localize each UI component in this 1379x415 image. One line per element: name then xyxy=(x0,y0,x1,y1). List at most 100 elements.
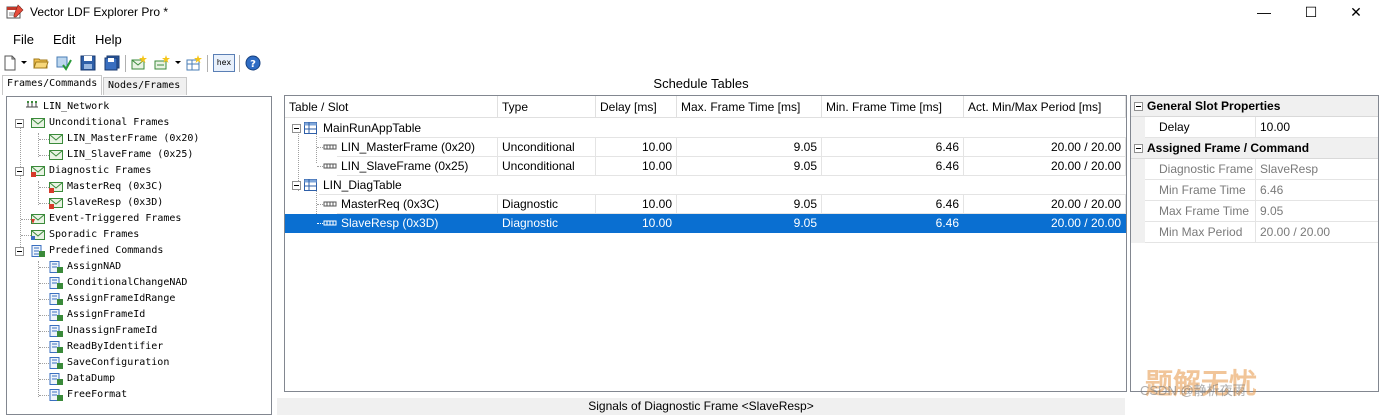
tab-frames-commands[interactable]: Frames/Commands xyxy=(2,75,102,95)
close-button[interactable]: ✕ xyxy=(1333,0,1379,26)
slot-delay: 10.00 xyxy=(596,214,677,233)
signals-header: Signals of Diagnostic Frame <SlaveResp> xyxy=(277,398,1125,415)
tree-label: LIN_MasterFrame (0x20) xyxy=(67,133,200,144)
schedule-slot-row[interactable]: LIN_MasterFrame (0x20) Unconditional 10.… xyxy=(285,138,1126,157)
new-dropdown-icon[interactable] xyxy=(21,61,27,64)
menu-file[interactable]: File xyxy=(13,32,34,47)
schedule-slot-row[interactable]: MasterReq (0x3C) Diagnostic 10.00 9.05 6… xyxy=(285,195,1126,214)
diagnostic-frame-icon xyxy=(31,166,45,177)
collapse-toggle[interactable] xyxy=(1134,144,1143,153)
toolbar-separator xyxy=(207,55,208,72)
tree-guide-line xyxy=(39,395,49,396)
property-group-title: Assigned Frame / Command xyxy=(1147,141,1310,155)
collapse-toggle[interactable] xyxy=(15,119,24,128)
property-row-delay[interactable]: Delay 10.00 xyxy=(1131,117,1378,138)
collapse-toggle[interactable] xyxy=(292,124,301,133)
new-file-icon[interactable] xyxy=(2,55,18,71)
new-frame-icon[interactable] xyxy=(131,55,147,71)
property-key: Delay xyxy=(1145,117,1256,138)
property-key: Min Frame Time xyxy=(1145,180,1256,201)
tree-guide-line xyxy=(39,315,49,316)
sporadic-frame-icon xyxy=(31,230,45,240)
command-icon xyxy=(49,277,63,289)
property-row-diagnostic-frame[interactable]: Diagnostic Frame SlaveResp xyxy=(1131,159,1378,180)
save-all-icon[interactable] xyxy=(104,55,120,71)
schedule-slot-row[interactable]: LIN_SlaveFrame (0x25) Unconditional 10.0… xyxy=(285,157,1126,176)
tree-label: Predefined Commands xyxy=(49,245,164,256)
new-signal-dropdown-icon[interactable] xyxy=(175,61,181,64)
column-header-period[interactable]: Act. Min/Max Period [ms] xyxy=(964,96,1126,118)
command-folder-icon xyxy=(31,245,45,257)
new-schedule-icon[interactable] xyxy=(186,55,202,71)
column-header-type[interactable]: Type xyxy=(498,96,596,118)
hex-toggle-button[interactable]: hex xyxy=(213,54,235,72)
menu-help[interactable]: Help xyxy=(95,32,122,47)
slot-period: 20.00 / 20.00 xyxy=(964,138,1126,157)
column-header-max-frame[interactable]: Max. Frame Time [ms] xyxy=(677,96,822,118)
schedule-table-row[interactable]: MainRunAppTable xyxy=(285,119,1126,138)
tree-label: AssignNAD xyxy=(67,261,122,272)
slot-name: MasterReq (0x3C) xyxy=(337,195,498,214)
tree-label: ConditionalChangeNAD xyxy=(67,277,188,288)
command-icon xyxy=(49,341,63,353)
tree-guide-line xyxy=(39,331,49,332)
property-row-max-frame-time[interactable]: Max Frame Time 9.05 xyxy=(1131,201,1378,222)
collapse-toggle[interactable] xyxy=(15,247,24,256)
check-icon[interactable] xyxy=(56,55,72,71)
save-icon[interactable] xyxy=(80,55,96,71)
property-row-min-max-period[interactable]: Min Max Period 20.00 / 20.00 xyxy=(1131,222,1378,243)
property-value[interactable]: 10.00 xyxy=(1256,117,1378,138)
property-group-assigned-frame[interactable]: Assigned Frame / Command xyxy=(1131,138,1378,159)
property-group-general[interactable]: General Slot Properties xyxy=(1131,96,1378,117)
toolbar: ? xyxy=(0,53,1379,75)
slot-period: 20.00 / 20.00 xyxy=(964,214,1126,233)
tree-guide-line xyxy=(39,203,49,204)
column-header-min-frame[interactable]: Min. Frame Time [ms] xyxy=(822,96,964,118)
tree-label: AssignFrameId xyxy=(67,309,146,320)
collapse-toggle[interactable] xyxy=(15,167,24,176)
command-icon xyxy=(49,325,63,337)
tree-label: SlaveResp (0x3D) xyxy=(67,197,164,208)
slot-max-frame-time: 9.05 xyxy=(677,157,822,176)
tree-label: LIN_Network xyxy=(43,101,110,112)
property-value: 6.46 xyxy=(1256,180,1378,201)
schedule-slot-row-selected[interactable]: SlaveResp (0x3D) Diagnostic 10.00 9.05 6… xyxy=(285,214,1126,233)
menu-edit[interactable]: Edit xyxy=(53,32,75,47)
tree-label: Event-Triggered Frames xyxy=(49,213,182,224)
new-signal-icon[interactable] xyxy=(154,55,170,71)
slot-min-frame-time: 6.46 xyxy=(822,138,964,157)
event-frame-icon xyxy=(31,214,45,224)
schedule-table-row[interactable]: LIN_DiagTable xyxy=(285,176,1126,195)
slot-period: 20.00 / 20.00 xyxy=(964,195,1126,214)
open-folder-icon[interactable] xyxy=(33,55,49,71)
property-row-min-frame-time[interactable]: Min Frame Time 6.46 xyxy=(1131,180,1378,201)
column-header-slot[interactable]: Table / Slot xyxy=(285,96,498,118)
tree-guide-line xyxy=(39,283,49,284)
diagnostic-frame-icon xyxy=(49,182,63,193)
minimize-button[interactable]: — xyxy=(1241,0,1287,26)
tree-guide-line xyxy=(38,133,39,157)
diagnostic-frame-icon xyxy=(49,198,63,209)
property-grid: General Slot Properties Delay 10.00 Assi… xyxy=(1130,95,1379,392)
slot-delay: 10.00 xyxy=(596,157,677,176)
slot-max-frame-time: 9.05 xyxy=(677,214,822,233)
slot-type: Diagnostic xyxy=(498,214,596,233)
help-icon[interactable]: ? xyxy=(245,55,261,71)
column-header-delay[interactable]: Delay [ms] xyxy=(596,96,677,118)
tree-guide-line xyxy=(21,235,31,236)
command-icon xyxy=(49,309,63,321)
slot-type: Diagnostic xyxy=(498,195,596,214)
slot-icon xyxy=(323,163,337,169)
maximize-button[interactable]: ☐ xyxy=(1288,0,1334,26)
network-icon xyxy=(26,101,38,108)
tree-guide-line xyxy=(20,127,21,251)
collapse-toggle[interactable] xyxy=(292,181,301,190)
tree-guide-line xyxy=(39,187,49,188)
collapse-toggle[interactable] xyxy=(1134,102,1143,111)
tree-guide-line xyxy=(38,261,39,397)
tree-label: UnassignFrameId xyxy=(67,325,158,336)
frames-tree: LIN_Network Unconditional Frames LIN_Mas… xyxy=(6,96,272,415)
property-key: Min Max Period xyxy=(1145,222,1256,243)
tab-nodes-frames[interactable]: Nodes/Frames xyxy=(103,77,187,95)
slot-icon xyxy=(323,144,337,150)
